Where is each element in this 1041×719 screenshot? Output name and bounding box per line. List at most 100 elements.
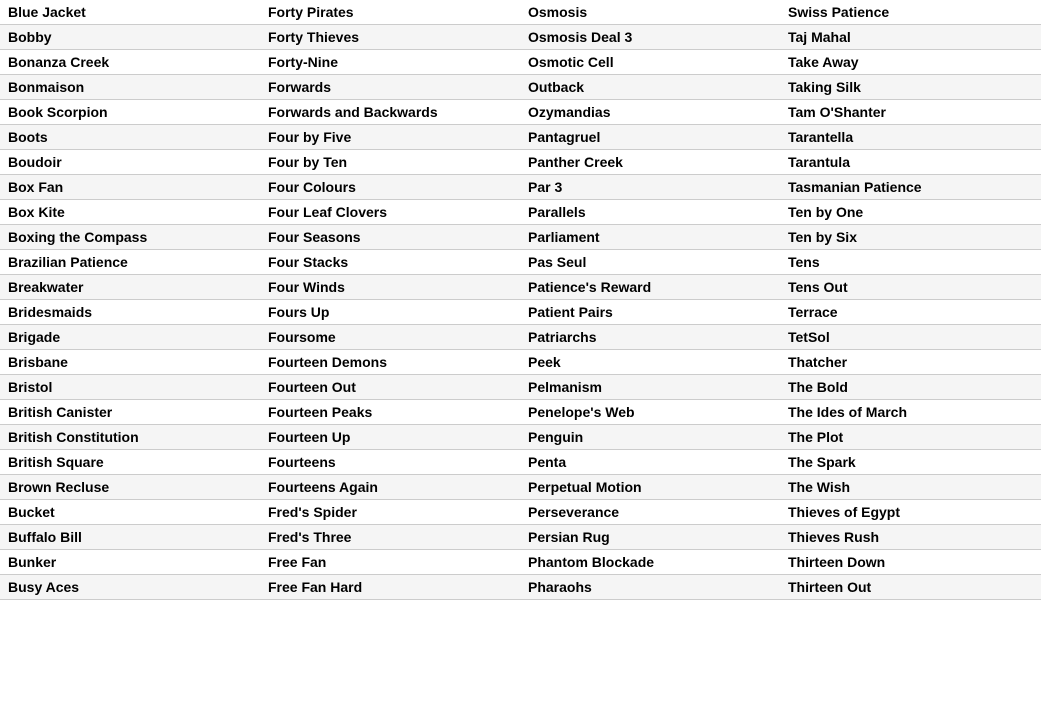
table-cell: Four Colours xyxy=(260,175,520,200)
table-row: BreakwaterFour WindsPatience's RewardTen… xyxy=(0,275,1041,300)
table-cell: Fours Up xyxy=(260,300,520,325)
table-row: Brown RecluseFourteens AgainPerpetual Mo… xyxy=(0,475,1041,500)
table-cell: Terrace xyxy=(780,300,1041,325)
table-cell: Bobby xyxy=(0,25,260,50)
table-cell: Osmosis xyxy=(520,0,780,25)
table-row: BrisbaneFourteen DemonsPeekThatcher xyxy=(0,350,1041,375)
table-row: Blue JacketForty PiratesOsmosisSwiss Pat… xyxy=(0,0,1041,25)
table-cell: Boudoir xyxy=(0,150,260,175)
table-cell: Parliament xyxy=(520,225,780,250)
table-cell: Box Fan xyxy=(0,175,260,200)
table-cell: Boots xyxy=(0,125,260,150)
table-row: Box KiteFour Leaf CloversParallelsTen by… xyxy=(0,200,1041,225)
table-cell: Parallels xyxy=(520,200,780,225)
table-cell: Patient Pairs xyxy=(520,300,780,325)
table-cell: Foursome xyxy=(260,325,520,350)
table-cell: Fourteens xyxy=(260,450,520,475)
table-cell: Brazilian Patience xyxy=(0,250,260,275)
table-cell: Pas Seul xyxy=(520,250,780,275)
table-cell: Bonmaison xyxy=(0,75,260,100)
table-cell: Forty Thieves xyxy=(260,25,520,50)
table-cell: Blue Jacket xyxy=(0,0,260,25)
table-cell: Buffalo Bill xyxy=(0,525,260,550)
table-cell: Penta xyxy=(520,450,780,475)
table-cell: Ten by Six xyxy=(780,225,1041,250)
table-cell: Thirteen Down xyxy=(780,550,1041,575)
table-cell: Tarantula xyxy=(780,150,1041,175)
table-cell: Penguin xyxy=(520,425,780,450)
table-row: Bonanza CreekForty-NineOsmotic CellTake … xyxy=(0,50,1041,75)
table-cell: Peek xyxy=(520,350,780,375)
table-cell: Ozymandias xyxy=(520,100,780,125)
table-cell: Phantom Blockade xyxy=(520,550,780,575)
table-cell: Free Fan Hard xyxy=(260,575,520,600)
table-cell: Taking Silk xyxy=(780,75,1041,100)
table-cell: Book Scorpion xyxy=(0,100,260,125)
table-cell: British Square xyxy=(0,450,260,475)
table-row: Busy AcesFree Fan HardPharaohsThirteen O… xyxy=(0,575,1041,600)
table-cell: Breakwater xyxy=(0,275,260,300)
table-cell: Brisbane xyxy=(0,350,260,375)
table-row: BobbyForty ThievesOsmosis Deal 3Taj Maha… xyxy=(0,25,1041,50)
table-cell: The Plot xyxy=(780,425,1041,450)
table-cell: Bucket xyxy=(0,500,260,525)
table-cell: Four by Five xyxy=(260,125,520,150)
table-cell: Fred's Three xyxy=(260,525,520,550)
table-cell: Tam O'Shanter xyxy=(780,100,1041,125)
table-cell: Persian Rug xyxy=(520,525,780,550)
table-cell: British Canister xyxy=(0,400,260,425)
table-cell: Brown Recluse xyxy=(0,475,260,500)
table-cell: Bunker xyxy=(0,550,260,575)
table-cell: Four Leaf Clovers xyxy=(260,200,520,225)
table-cell: Fourteens Again xyxy=(260,475,520,500)
table-cell: Forty Pirates xyxy=(260,0,520,25)
table-cell: The Spark xyxy=(780,450,1041,475)
table-cell: Pantagruel xyxy=(520,125,780,150)
table-cell: The Wish xyxy=(780,475,1041,500)
table-cell: British Constitution xyxy=(0,425,260,450)
table-cell: Taj Mahal xyxy=(780,25,1041,50)
table-row: BonmaisonForwardsOutbackTaking Silk xyxy=(0,75,1041,100)
table-cell: Forwards xyxy=(260,75,520,100)
table-cell: Pelmanism xyxy=(520,375,780,400)
table-cell: Tens xyxy=(780,250,1041,275)
table-cell: TetSol xyxy=(780,325,1041,350)
table-cell: Swiss Patience xyxy=(780,0,1041,25)
table-row: Box FanFour ColoursPar 3Tasmanian Patien… xyxy=(0,175,1041,200)
table-row: BridesmaidsFours UpPatient PairsTerrace xyxy=(0,300,1041,325)
table-cell: Fourteen Out xyxy=(260,375,520,400)
table-row: Book ScorpionForwards and BackwardsOzyma… xyxy=(0,100,1041,125)
table-cell: Outback xyxy=(520,75,780,100)
table-cell: Four Stacks xyxy=(260,250,520,275)
table-cell: Free Fan xyxy=(260,550,520,575)
table-cell: Ten by One xyxy=(780,200,1041,225)
table-cell: Fred's Spider xyxy=(260,500,520,525)
table-cell: Thieves Rush xyxy=(780,525,1041,550)
table-cell: Thatcher xyxy=(780,350,1041,375)
table-cell: Thieves of Egypt xyxy=(780,500,1041,525)
table-cell: Osmotic Cell xyxy=(520,50,780,75)
table-cell: Perseverance xyxy=(520,500,780,525)
table-cell: Four by Ten xyxy=(260,150,520,175)
table-cell: Boxing the Compass xyxy=(0,225,260,250)
table-row: BristolFourteen OutPelmanismThe Bold xyxy=(0,375,1041,400)
table-cell: Bonanza Creek xyxy=(0,50,260,75)
table-cell: Penelope's Web xyxy=(520,400,780,425)
table-cell: Box Kite xyxy=(0,200,260,225)
table-row: BunkerFree FanPhantom BlockadeThirteen D… xyxy=(0,550,1041,575)
table-cell: Pharaohs xyxy=(520,575,780,600)
table-row: British SquareFourteensPentaThe Spark xyxy=(0,450,1041,475)
table-row: Brazilian PatienceFour StacksPas SeulTen… xyxy=(0,250,1041,275)
table-cell: Bridesmaids xyxy=(0,300,260,325)
table-cell: Busy Aces xyxy=(0,575,260,600)
table-cell: Patience's Reward xyxy=(520,275,780,300)
table-cell: Four Seasons xyxy=(260,225,520,250)
table-cell: The Ides of March xyxy=(780,400,1041,425)
table-row: Buffalo BillFred's ThreePersian RugThiev… xyxy=(0,525,1041,550)
table-cell: Perpetual Motion xyxy=(520,475,780,500)
table-cell: Forwards and Backwards xyxy=(260,100,520,125)
table-cell: Tarantella xyxy=(780,125,1041,150)
table-cell: Tens Out xyxy=(780,275,1041,300)
table-row: Boxing the CompassFour SeasonsParliament… xyxy=(0,225,1041,250)
table-cell: Panther Creek xyxy=(520,150,780,175)
